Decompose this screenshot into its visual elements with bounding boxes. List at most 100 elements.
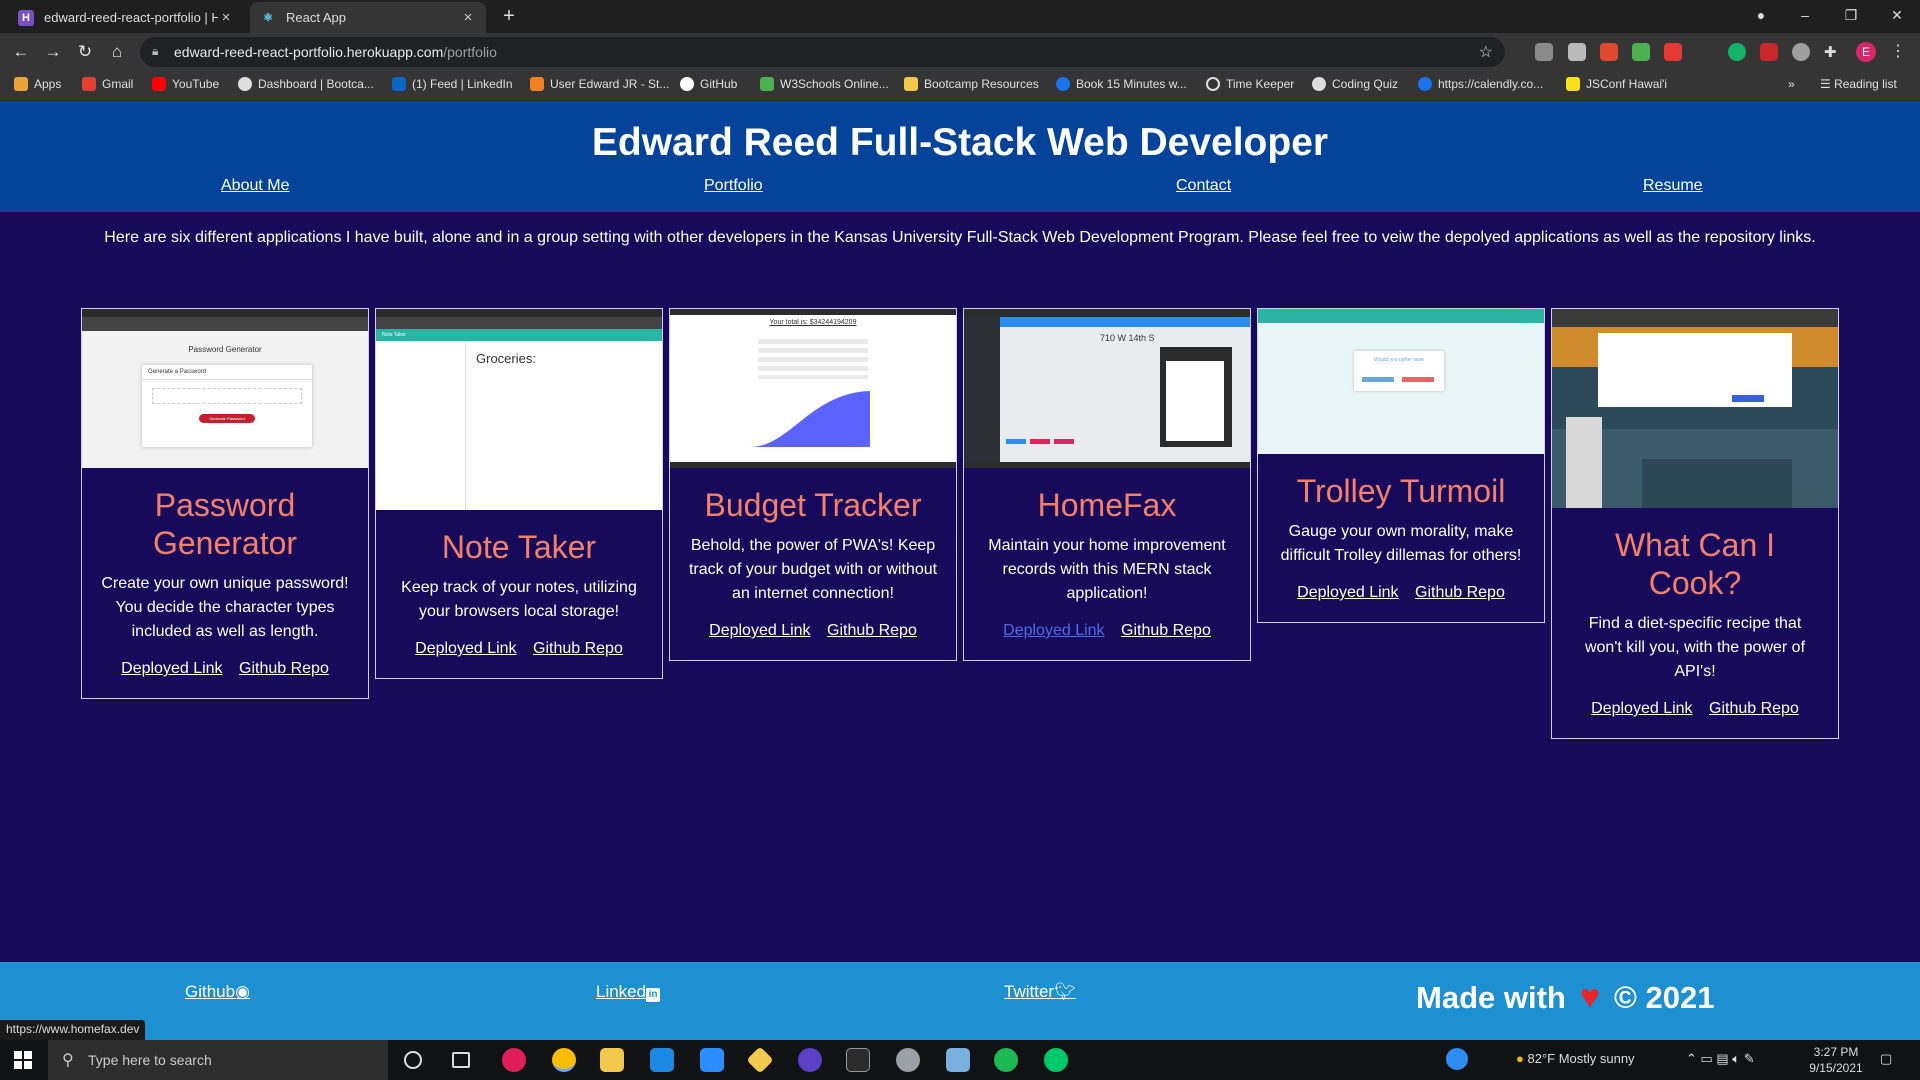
tab-react-app[interactable]: ⚛ React App × xyxy=(250,2,486,33)
deployed-link[interactable]: Deployed Link xyxy=(415,640,516,657)
reading-list[interactable]: ☰ Reading list xyxy=(1820,77,1897,91)
close-window-icon[interactable]: ✕ xyxy=(1874,0,1920,33)
grammarly-icon[interactable] xyxy=(1728,43,1746,61)
deployed-link[interactable]: Deployed Link xyxy=(1591,700,1692,717)
extension-icon[interactable] xyxy=(1568,43,1586,61)
spotify-icon[interactable] xyxy=(994,1048,1018,1072)
back-icon[interactable]: ← xyxy=(10,41,32,63)
bookmark-w3schools[interactable]: W3Schools Online... xyxy=(760,77,889,91)
extension-icon[interactable] xyxy=(1632,43,1650,61)
footer-linkedin-link[interactable]: Linked in xyxy=(596,982,661,1002)
windows-taskbar: ⚲ Type here to search ● 82°F Mostly sunn… xyxy=(0,1040,1920,1080)
close-tab-icon[interactable]: × xyxy=(218,9,234,26)
minimize-icon[interactable]: – xyxy=(1782,0,1828,33)
bookmark-calendly[interactable]: https://calendly.co... xyxy=(1418,77,1543,91)
menu-kebab-icon[interactable]: ⋮ xyxy=(1890,41,1906,61)
taskbar-search-input[interactable]: ⚲ Type here to search xyxy=(48,1040,388,1080)
extension-icon[interactable] xyxy=(1600,43,1618,61)
github-repo-link[interactable]: Github Repo xyxy=(1709,700,1799,717)
bookmark-gmail[interactable]: Gmail xyxy=(82,77,133,91)
bookmarks-overflow-icon[interactable]: » xyxy=(1788,77,1795,91)
bookmark-youtube[interactable]: YouTube xyxy=(152,77,219,91)
windows-start-icon[interactable] xyxy=(14,1051,32,1069)
bookmark-jsconf[interactable]: JSConf Hawai'i xyxy=(1566,77,1667,91)
app-icon[interactable] xyxy=(798,1048,822,1072)
bookmark-bootcamp-resources[interactable]: Bootcamp Resources xyxy=(904,77,1039,91)
project-screenshot[interactable]: 710 W 14th S xyxy=(964,309,1250,468)
help-icon[interactable] xyxy=(1446,1048,1468,1070)
paint-icon[interactable] xyxy=(896,1048,920,1072)
extensions-puzzle-icon[interactable]: ✚ xyxy=(1824,43,1842,61)
zoom-icon[interactable] xyxy=(700,1048,724,1072)
project-screenshot[interactable] xyxy=(1552,309,1838,508)
nav-portfolio[interactable]: Portfolio xyxy=(704,177,763,195)
project-screenshot[interactable]: Your total is: $34244194209 xyxy=(670,309,956,468)
card-title: Trolley Turmoil xyxy=(1296,473,1506,509)
new-tab-icon[interactable]: + xyxy=(498,6,520,28)
github-repo-link[interactable]: Github Repo xyxy=(827,622,917,639)
mongodb-compass-icon[interactable] xyxy=(1044,1048,1068,1072)
search-icon: ⚲ xyxy=(62,1052,74,1069)
bookmark-star-icon[interactable]: ☆ xyxy=(1479,42,1493,62)
extension-icon[interactable] xyxy=(1535,43,1553,61)
youtube-icon xyxy=(152,77,166,91)
bookmark-book-15[interactable]: Book 15 Minutes w... xyxy=(1056,77,1187,91)
nav-about-me[interactable]: About Me xyxy=(221,177,289,195)
bookmark-dashboard[interactable]: Dashboard | Bootca... xyxy=(238,77,374,91)
bookmark-apps[interactable]: Apps xyxy=(14,77,61,91)
deployed-link[interactable]: Deployed Link xyxy=(709,622,810,639)
github-icon: ◉ xyxy=(235,982,250,1001)
github-repo-link[interactable]: Github Repo xyxy=(1415,584,1505,601)
bookmark-linkedin[interactable]: (1) Feed | LinkedIn xyxy=(392,77,513,91)
github-repo-link[interactable]: Github Repo xyxy=(1121,622,1211,639)
profile-avatar[interactable]: E xyxy=(1856,42,1876,62)
tab-title: React App xyxy=(286,10,346,25)
footer-twitter-link[interactable]: Twitter🐦︎ xyxy=(1004,982,1076,1002)
git-icon[interactable] xyxy=(746,1046,774,1074)
github-repo-link[interactable]: Github Repo xyxy=(239,660,329,677)
forward-icon[interactable]: → xyxy=(42,41,64,63)
notifications-icon[interactable]: ▢ xyxy=(1880,1051,1892,1067)
extension-icon[interactable] xyxy=(1792,43,1810,61)
nav-contact[interactable]: Contact xyxy=(1176,177,1231,195)
project-card-note-taker: Note Taker Groceries: Note Taker Keep tr… xyxy=(375,308,663,679)
bookmark-time-keeper[interactable]: Time Keeper xyxy=(1206,77,1294,91)
card-description: Create your own unique password! You dec… xyxy=(101,575,349,640)
cortana-icon[interactable] xyxy=(404,1051,422,1069)
browser-tab-strip: H edward-reed-react-portfolio | He × ⚛ R… xyxy=(0,0,1920,33)
task-view-icon[interactable] xyxy=(452,1052,470,1068)
close-tab-icon[interactable]: × xyxy=(460,9,476,26)
bookmark-github[interactable]: GitHub xyxy=(680,77,737,91)
footer-github-link[interactable]: Github◉ xyxy=(185,982,250,1002)
deployed-link[interactable]: Deployed Link xyxy=(1297,584,1398,601)
deployed-link[interactable]: Deployed Link xyxy=(121,660,222,677)
extension-icon[interactable] xyxy=(1664,43,1682,61)
address-bar[interactable]: 🔒︎ edward-reed-react-portfolio.herokuapp… xyxy=(140,37,1505,67)
bookmark-coding-quiz[interactable]: Coding Quiz xyxy=(1312,77,1398,91)
tab-portfolio[interactable]: H edward-reed-react-portfolio | He × xyxy=(8,2,244,33)
github-icon xyxy=(680,77,694,91)
chrome-icon[interactable] xyxy=(552,1048,576,1072)
weather-widget[interactable]: ● 82°F Mostly sunny xyxy=(1516,1051,1635,1066)
link-status-bubble: https://www.homefax.dev xyxy=(0,1020,146,1040)
slack-icon[interactable] xyxy=(502,1048,526,1072)
system-tray-icons[interactable]: ⌃ ▭ ▤ 🔈︎ ✎ xyxy=(1686,1051,1755,1067)
bookmark-stackoverflow[interactable]: User Edward JR - St... xyxy=(530,77,669,91)
deployed-link[interactable]: Deployed Link xyxy=(1003,622,1104,639)
card-title: Password Generator xyxy=(152,487,298,561)
nav-resume[interactable]: Resume xyxy=(1643,177,1703,195)
project-screenshot[interactable]: Would you rather save xyxy=(1258,309,1544,454)
project-screenshot[interactable]: Note Taker Groceries: xyxy=(376,309,662,510)
notepad-icon[interactable] xyxy=(946,1048,970,1072)
restore-icon[interactable]: ❐ xyxy=(1828,0,1874,33)
vscode-icon[interactable] xyxy=(650,1048,674,1072)
profile-menu-icon[interactable]: ● xyxy=(1738,0,1784,33)
extension-icon[interactable] xyxy=(1760,43,1778,61)
terminal-icon[interactable] xyxy=(846,1048,870,1072)
project-screenshot[interactable]: Password Generator Generate a Password G… xyxy=(82,309,368,468)
reload-icon[interactable]: ↻ xyxy=(74,41,96,63)
clock[interactable]: 3:27 PM 9/15/2021 xyxy=(1806,1044,1866,1076)
github-repo-link[interactable]: Github Repo xyxy=(533,640,623,657)
file-explorer-icon[interactable] xyxy=(600,1048,624,1072)
home-icon[interactable]: ⌂ xyxy=(106,41,128,63)
